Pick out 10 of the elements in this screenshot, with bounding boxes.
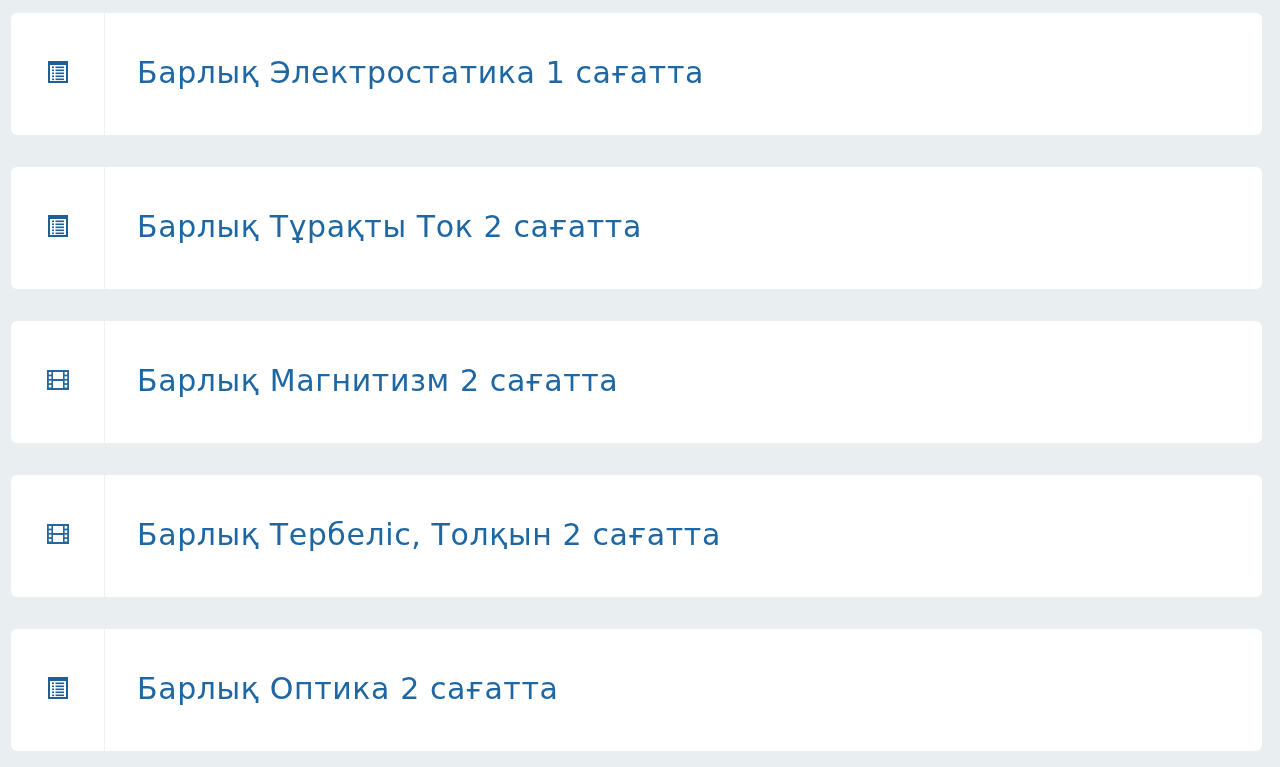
lesson-link[interactable]: Барлық Оптика 2 сағатта [137,670,559,706]
film-icon [46,524,69,544]
lesson-link[interactable]: Барлық Тербеліс, Толқын 2 сағатта [137,516,721,552]
list-icon [47,61,68,83]
list-icon [47,677,68,699]
list-icon [47,215,68,237]
lesson-link[interactable]: Барлық Электростатика 1 сағатта [137,54,704,90]
lesson-link[interactable]: Барлық Тұрақты Ток 2 сағатта [137,208,642,244]
film-icon [46,370,69,390]
lesson-link[interactable]: Барлық Магнитизм 2 сағатта [137,362,619,398]
